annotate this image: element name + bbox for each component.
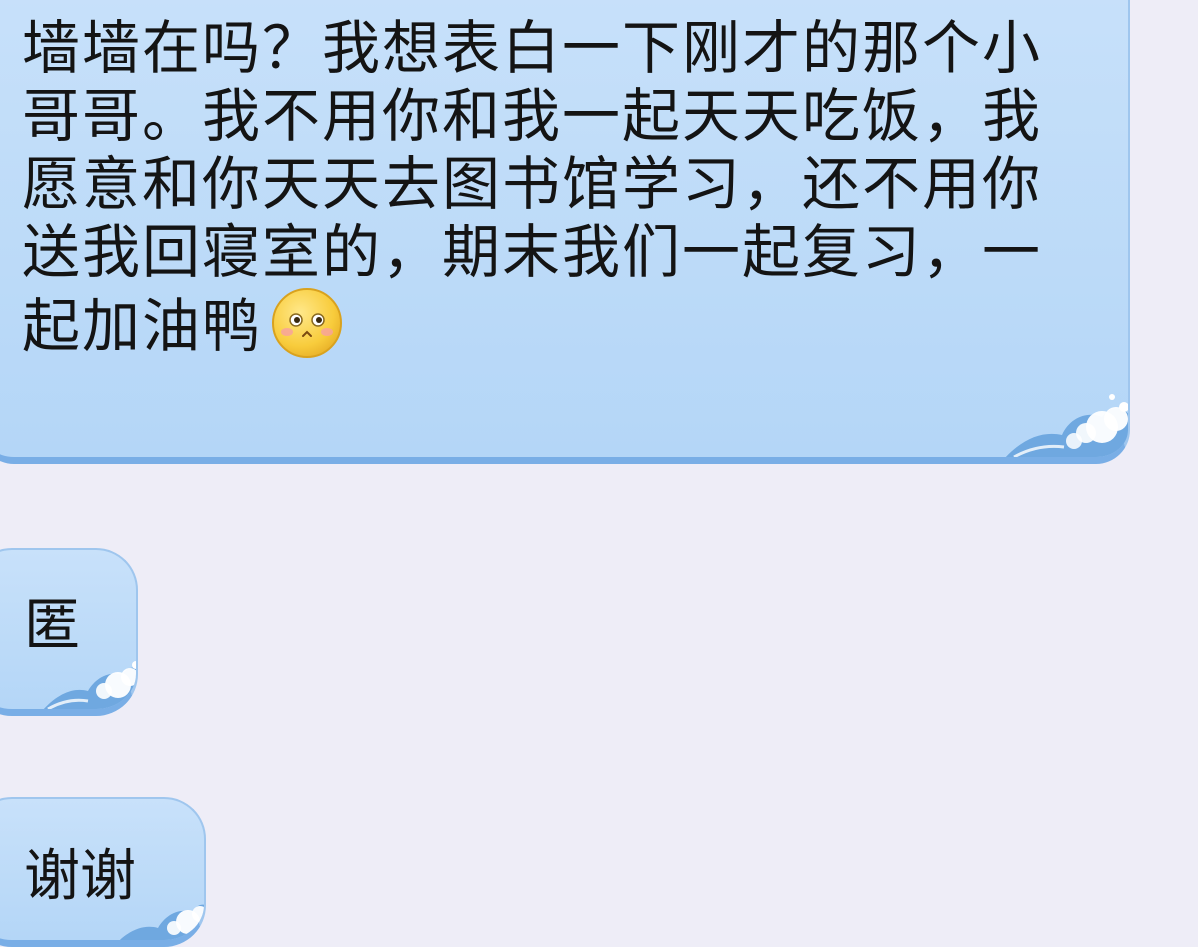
message-bubble-confession[interactable]: 墙墙在吗？我想表白一下刚才的那个小哥哥。我不用你和我一起天天吃饭，我愿意和你天天…	[0, 0, 1130, 464]
wave-decoration-icon	[1005, 394, 1128, 457]
shy-face-icon	[272, 288, 343, 358]
message-text: 匿	[24, 593, 80, 658]
message-text: 谢谢	[24, 844, 136, 909]
message-bubble-thanks[interactable]: 谢谢	[0, 797, 206, 947]
message-bubble-anonymous[interactable]: 匿	[0, 548, 138, 716]
message-text: 墙墙在吗？我想表白一下刚才的那个小哥哥。我不用你和我一起天天吃饭，我愿意和你天天…	[22, 14, 1043, 360]
